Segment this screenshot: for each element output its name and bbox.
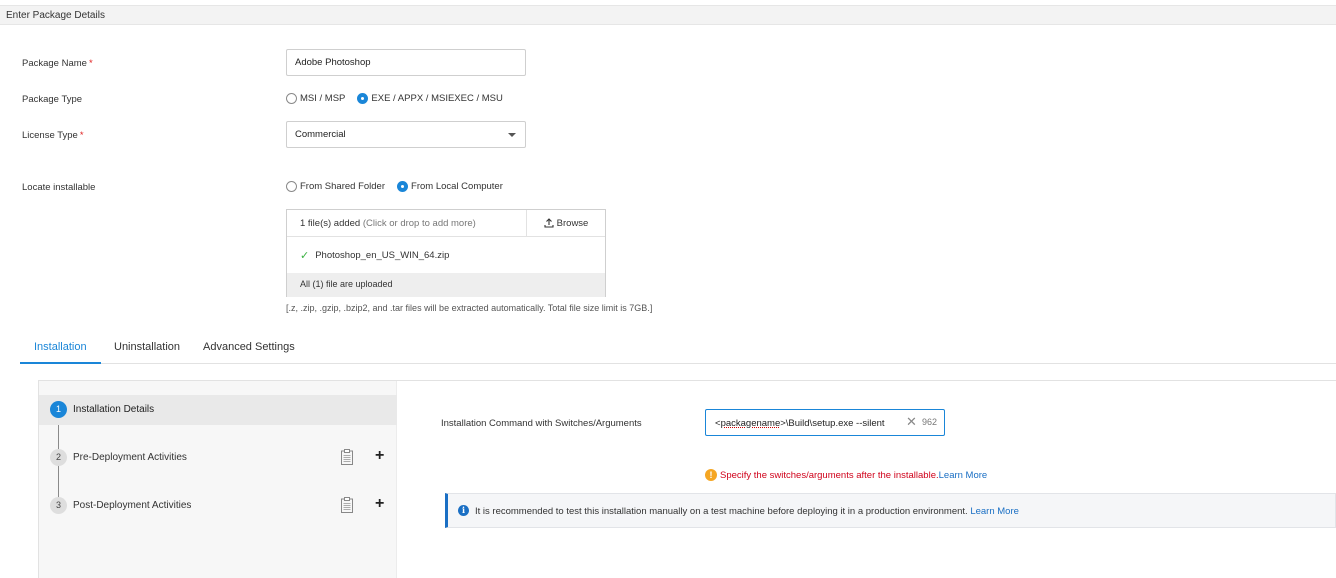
info-learn-more-link[interactable]: Learn More bbox=[970, 506, 1019, 517]
step-number: 2 bbox=[50, 449, 67, 466]
section-title: Enter Package Details bbox=[6, 10, 105, 21]
uploaded-file-name: Photoshop_en_US_WIN_64.zip bbox=[315, 250, 450, 261]
package-type-exe-option[interactable]: EXE / APPX / MSIEXEC / MSU bbox=[357, 93, 503, 104]
radio-checked-icon[interactable] bbox=[357, 93, 369, 104]
section-header: Enter Package Details bbox=[0, 5, 1336, 25]
clipboard-icon[interactable] bbox=[341, 449, 353, 465]
license-type-select[interactable]: Commercial bbox=[286, 121, 526, 148]
tab-advanced-settings[interactable]: Advanced Settings bbox=[203, 333, 295, 364]
package-type-radio-group: MSI / MSP EXE / APPX / MSIEXEC / MSU bbox=[286, 93, 515, 104]
char-count: 962 bbox=[922, 417, 938, 427]
file-upload-box: 1 file(s) added (Click or drop to add mo… bbox=[286, 209, 606, 297]
step-number: 3 bbox=[50, 497, 67, 514]
license-type-label: License Type * bbox=[22, 130, 84, 141]
upload-count: 1 file(s) added (Click or drop to add mo… bbox=[300, 218, 476, 229]
upload-note: [.z, .zip, .gzip, .bzip2, and .tar files… bbox=[286, 303, 653, 313]
command-warning: ! Specify the switches/arguments after t… bbox=[705, 469, 987, 481]
locate-installable-radio-group: From Shared Folder From Local Computer bbox=[286, 181, 515, 192]
warning-icon: ! bbox=[705, 469, 717, 481]
info-banner: i It is recommended to test this install… bbox=[445, 493, 1336, 528]
install-command-input[interactable]: <packagename>\Build\setup.exe --silent ✕… bbox=[705, 409, 945, 436]
tab-uninstallation[interactable]: Uninstallation bbox=[114, 333, 180, 364]
plus-icon[interactable]: + bbox=[375, 447, 384, 465]
locate-local-computer-option[interactable]: From Local Computer bbox=[397, 181, 503, 192]
locate-installable-label: Locate installable bbox=[22, 182, 96, 193]
chevron-down-icon bbox=[508, 133, 516, 137]
step-number: 1 bbox=[50, 401, 67, 418]
install-command-label: Installation Command with Switches/Argum… bbox=[441, 418, 642, 429]
step-installation-details[interactable]: 1 Installation Details bbox=[39, 395, 397, 425]
upload-drop-zone[interactable]: 1 file(s) added (Click or drop to add mo… bbox=[287, 210, 605, 237]
steps-sidebar: 1 Installation Details 2 Pre-Deployment … bbox=[39, 381, 397, 578]
step-label: Post-Deployment Activities bbox=[73, 500, 192, 511]
package-name-input[interactable]: Adobe Photoshop bbox=[286, 49, 526, 76]
clear-icon[interactable]: ✕ bbox=[906, 415, 917, 429]
package-type-msi-option[interactable]: MSI / MSP bbox=[286, 93, 345, 104]
install-command-value: <packagename>\Build\setup.exe --silent bbox=[715, 418, 885, 429]
step-label: Installation Details bbox=[73, 404, 155, 415]
warning-learn-more-link[interactable]: Learn More bbox=[939, 470, 988, 481]
radio-checked-icon[interactable] bbox=[397, 181, 409, 192]
step-label: Pre-Deployment Activities bbox=[73, 452, 187, 463]
radio-unchecked-icon[interactable] bbox=[286, 93, 297, 104]
uploaded-file-item: ✓ Photoshop_en_US_WIN_64.zip bbox=[300, 249, 449, 262]
installation-panel: 1 Installation Details 2 Pre-Deployment … bbox=[38, 380, 1336, 578]
locate-shared-folder-option[interactable]: From Shared Folder bbox=[286, 181, 385, 192]
step-pre-deployment[interactable]: 2 Pre-Deployment Activities + bbox=[39, 443, 397, 473]
package-type-label: Package Type bbox=[22, 94, 83, 105]
check-icon: ✓ bbox=[300, 250, 310, 262]
tab-bar: Installation Uninstallation Advanced Set… bbox=[20, 333, 1336, 364]
plus-icon[interactable]: + bbox=[375, 495, 384, 513]
upload-status-bar: All (1) file are uploaded bbox=[287, 273, 605, 297]
upload-icon bbox=[544, 218, 554, 228]
package-name-label: Package Name * bbox=[22, 58, 93, 69]
browse-button[interactable]: Browse bbox=[526, 210, 605, 236]
tab-installation[interactable]: Installation bbox=[20, 333, 101, 364]
clipboard-icon[interactable] bbox=[341, 497, 353, 513]
radio-unchecked-icon[interactable] bbox=[286, 181, 297, 192]
info-icon: i bbox=[458, 505, 469, 516]
step-post-deployment[interactable]: 3 Post-Deployment Activities + bbox=[39, 491, 397, 521]
